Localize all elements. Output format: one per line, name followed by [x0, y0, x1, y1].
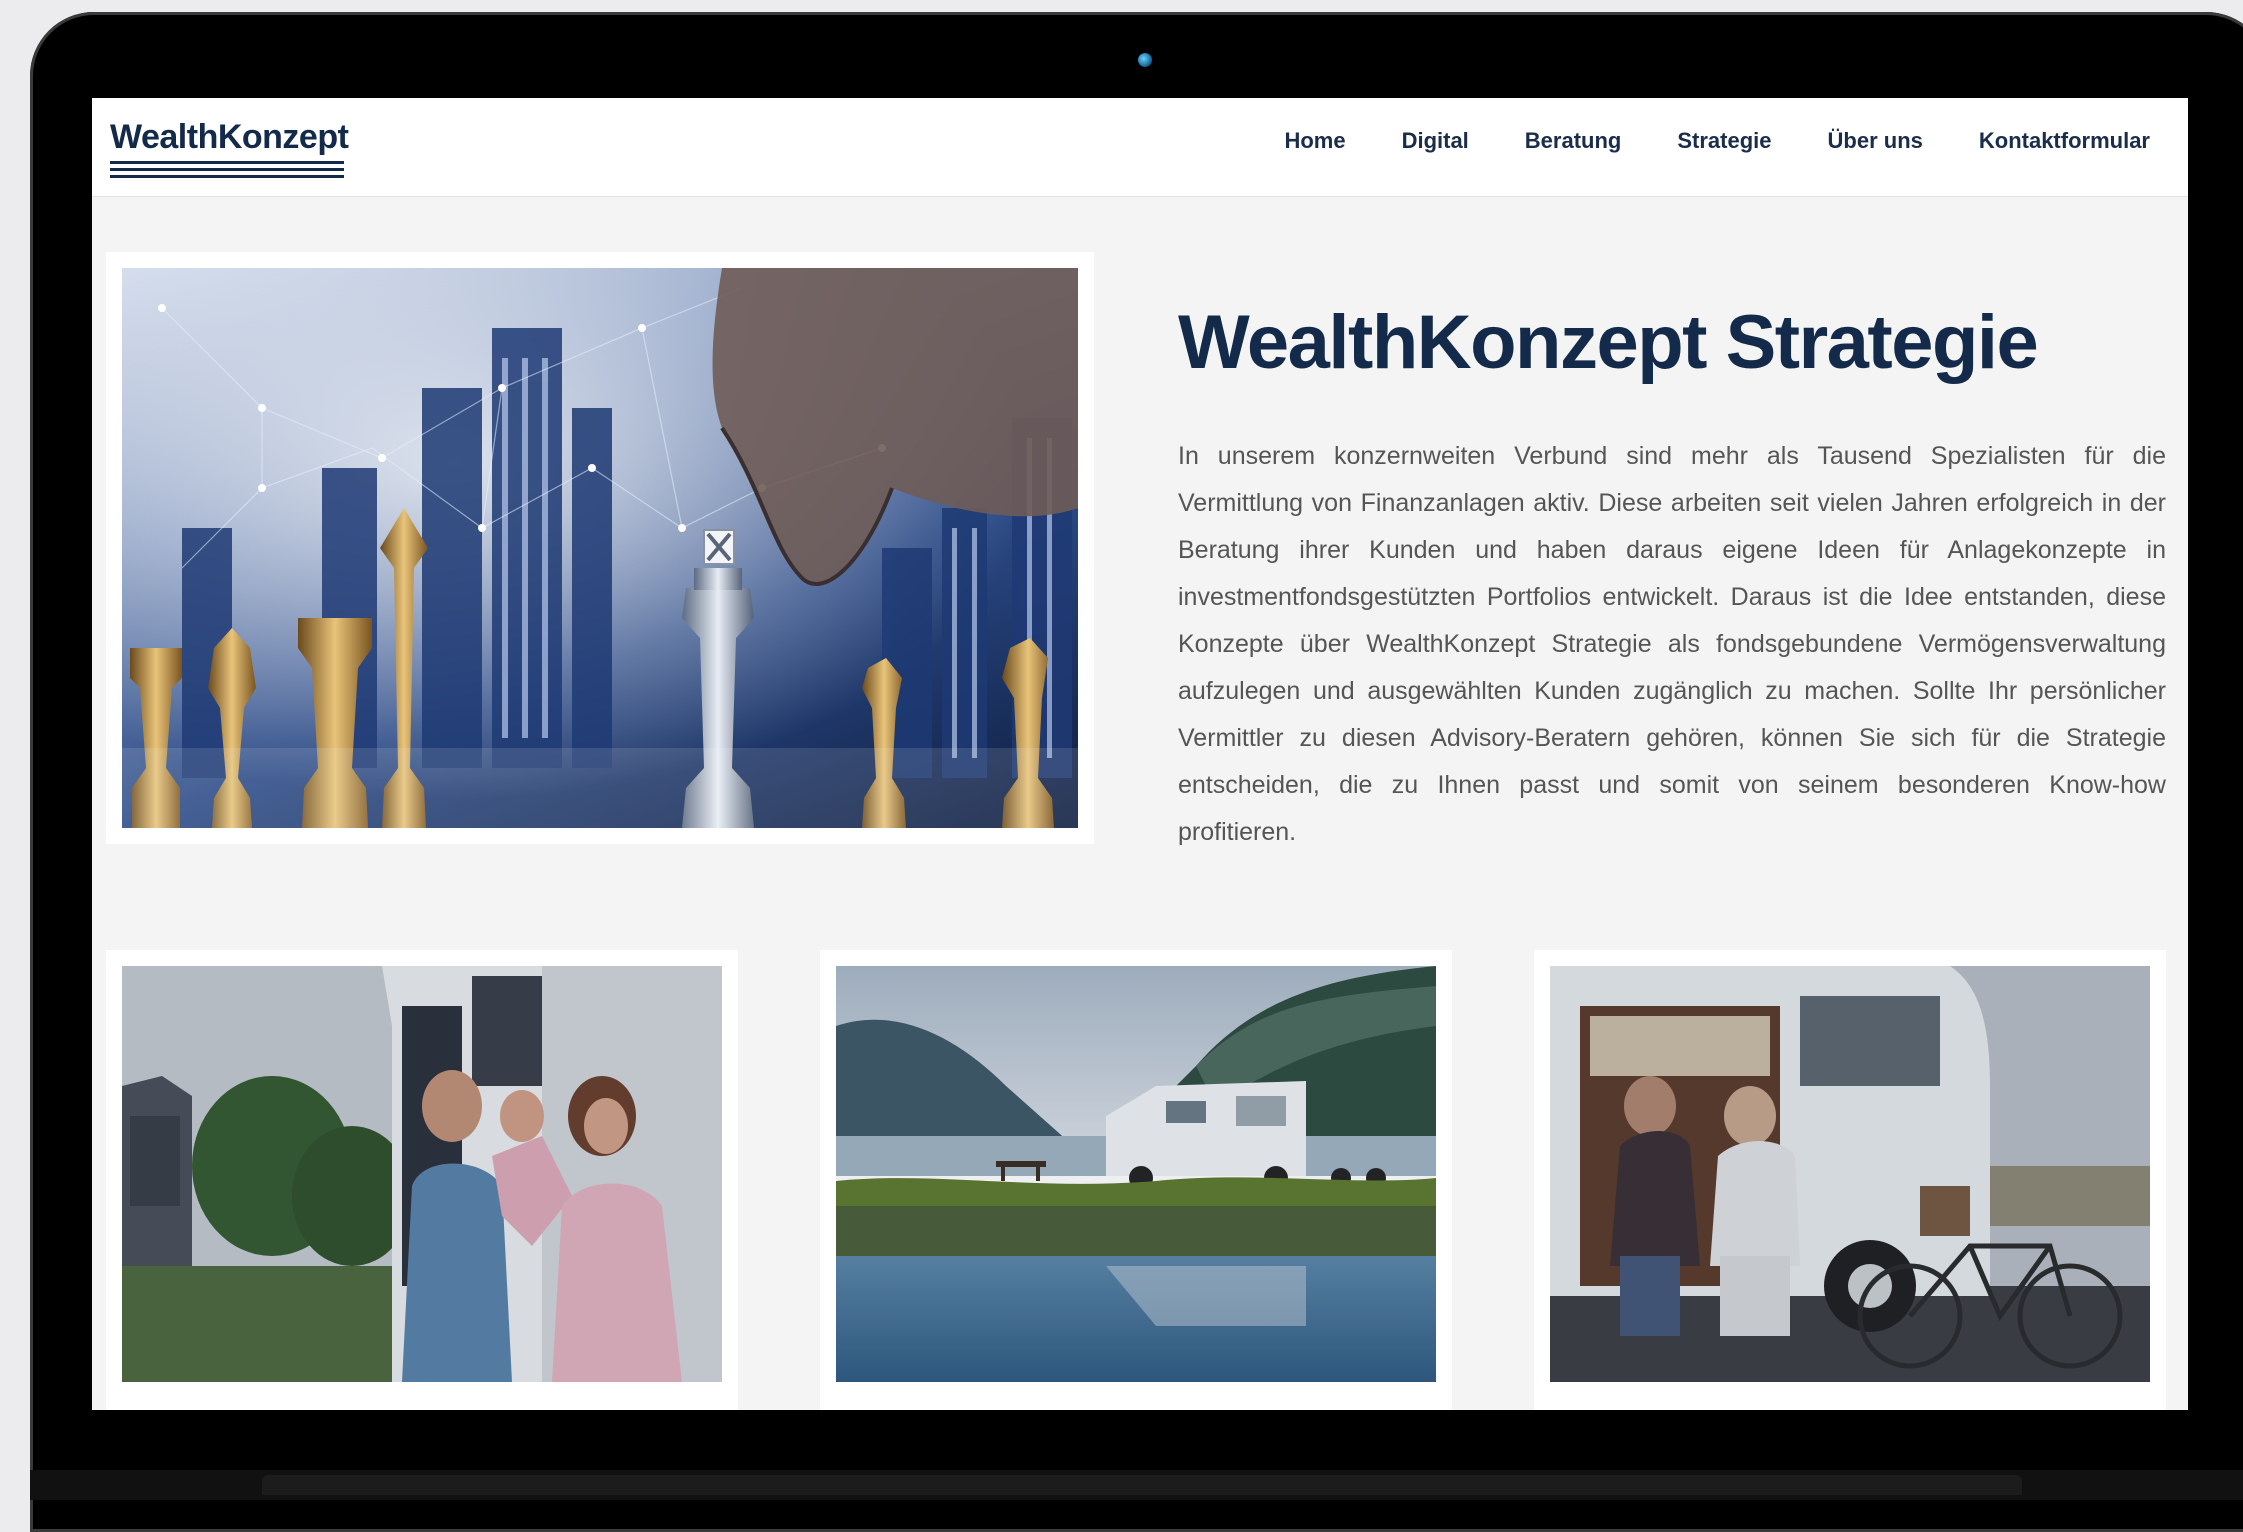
- nav-item-ueber-uns[interactable]: Über uns: [1828, 128, 1923, 154]
- nav-item-digital[interactable]: Digital: [1402, 128, 1469, 154]
- hero-image-frame: [106, 252, 1094, 844]
- brand-logo[interactable]: WealthKonzept: [110, 118, 349, 178]
- laptop-hinge: [262, 1475, 2022, 1495]
- image-camper-lake: [836, 966, 1436, 1382]
- nav-item-strategie[interactable]: Strategie: [1677, 128, 1771, 154]
- nav-menu: Home Digital Beratung Strategie Über uns…: [1228, 128, 2150, 154]
- image-card-family-frame: [106, 950, 738, 1410]
- hero-image-chess-city: [122, 268, 1078, 828]
- webcam-icon: [1138, 53, 1152, 67]
- top-navigation: WealthKonzept Home Digital Beratung Stra…: [92, 98, 2188, 197]
- nav-item-beratung[interactable]: Beratung: [1525, 128, 1622, 154]
- image-family-house: [122, 966, 722, 1382]
- nav-item-home[interactable]: Home: [1284, 128, 1345, 154]
- intro-paragraph: In unserem konzernweiten Verbund sind me…: [1178, 442, 2166, 846]
- logo-underline: [110, 161, 344, 178]
- image-van-couple: [1550, 966, 2150, 1382]
- screen: WealthKonzept Home Digital Beratung Stra…: [92, 98, 2188, 1410]
- image-card-van-frame: [1534, 950, 2166, 1410]
- logo-text: WealthKonzept: [110, 118, 349, 156]
- nav-item-kontaktformular[interactable]: Kontaktformular: [1979, 128, 2150, 154]
- page-title: WealthKonzept Strategie: [1178, 299, 2039, 385]
- image-card-camper-frame: [820, 950, 1452, 1410]
